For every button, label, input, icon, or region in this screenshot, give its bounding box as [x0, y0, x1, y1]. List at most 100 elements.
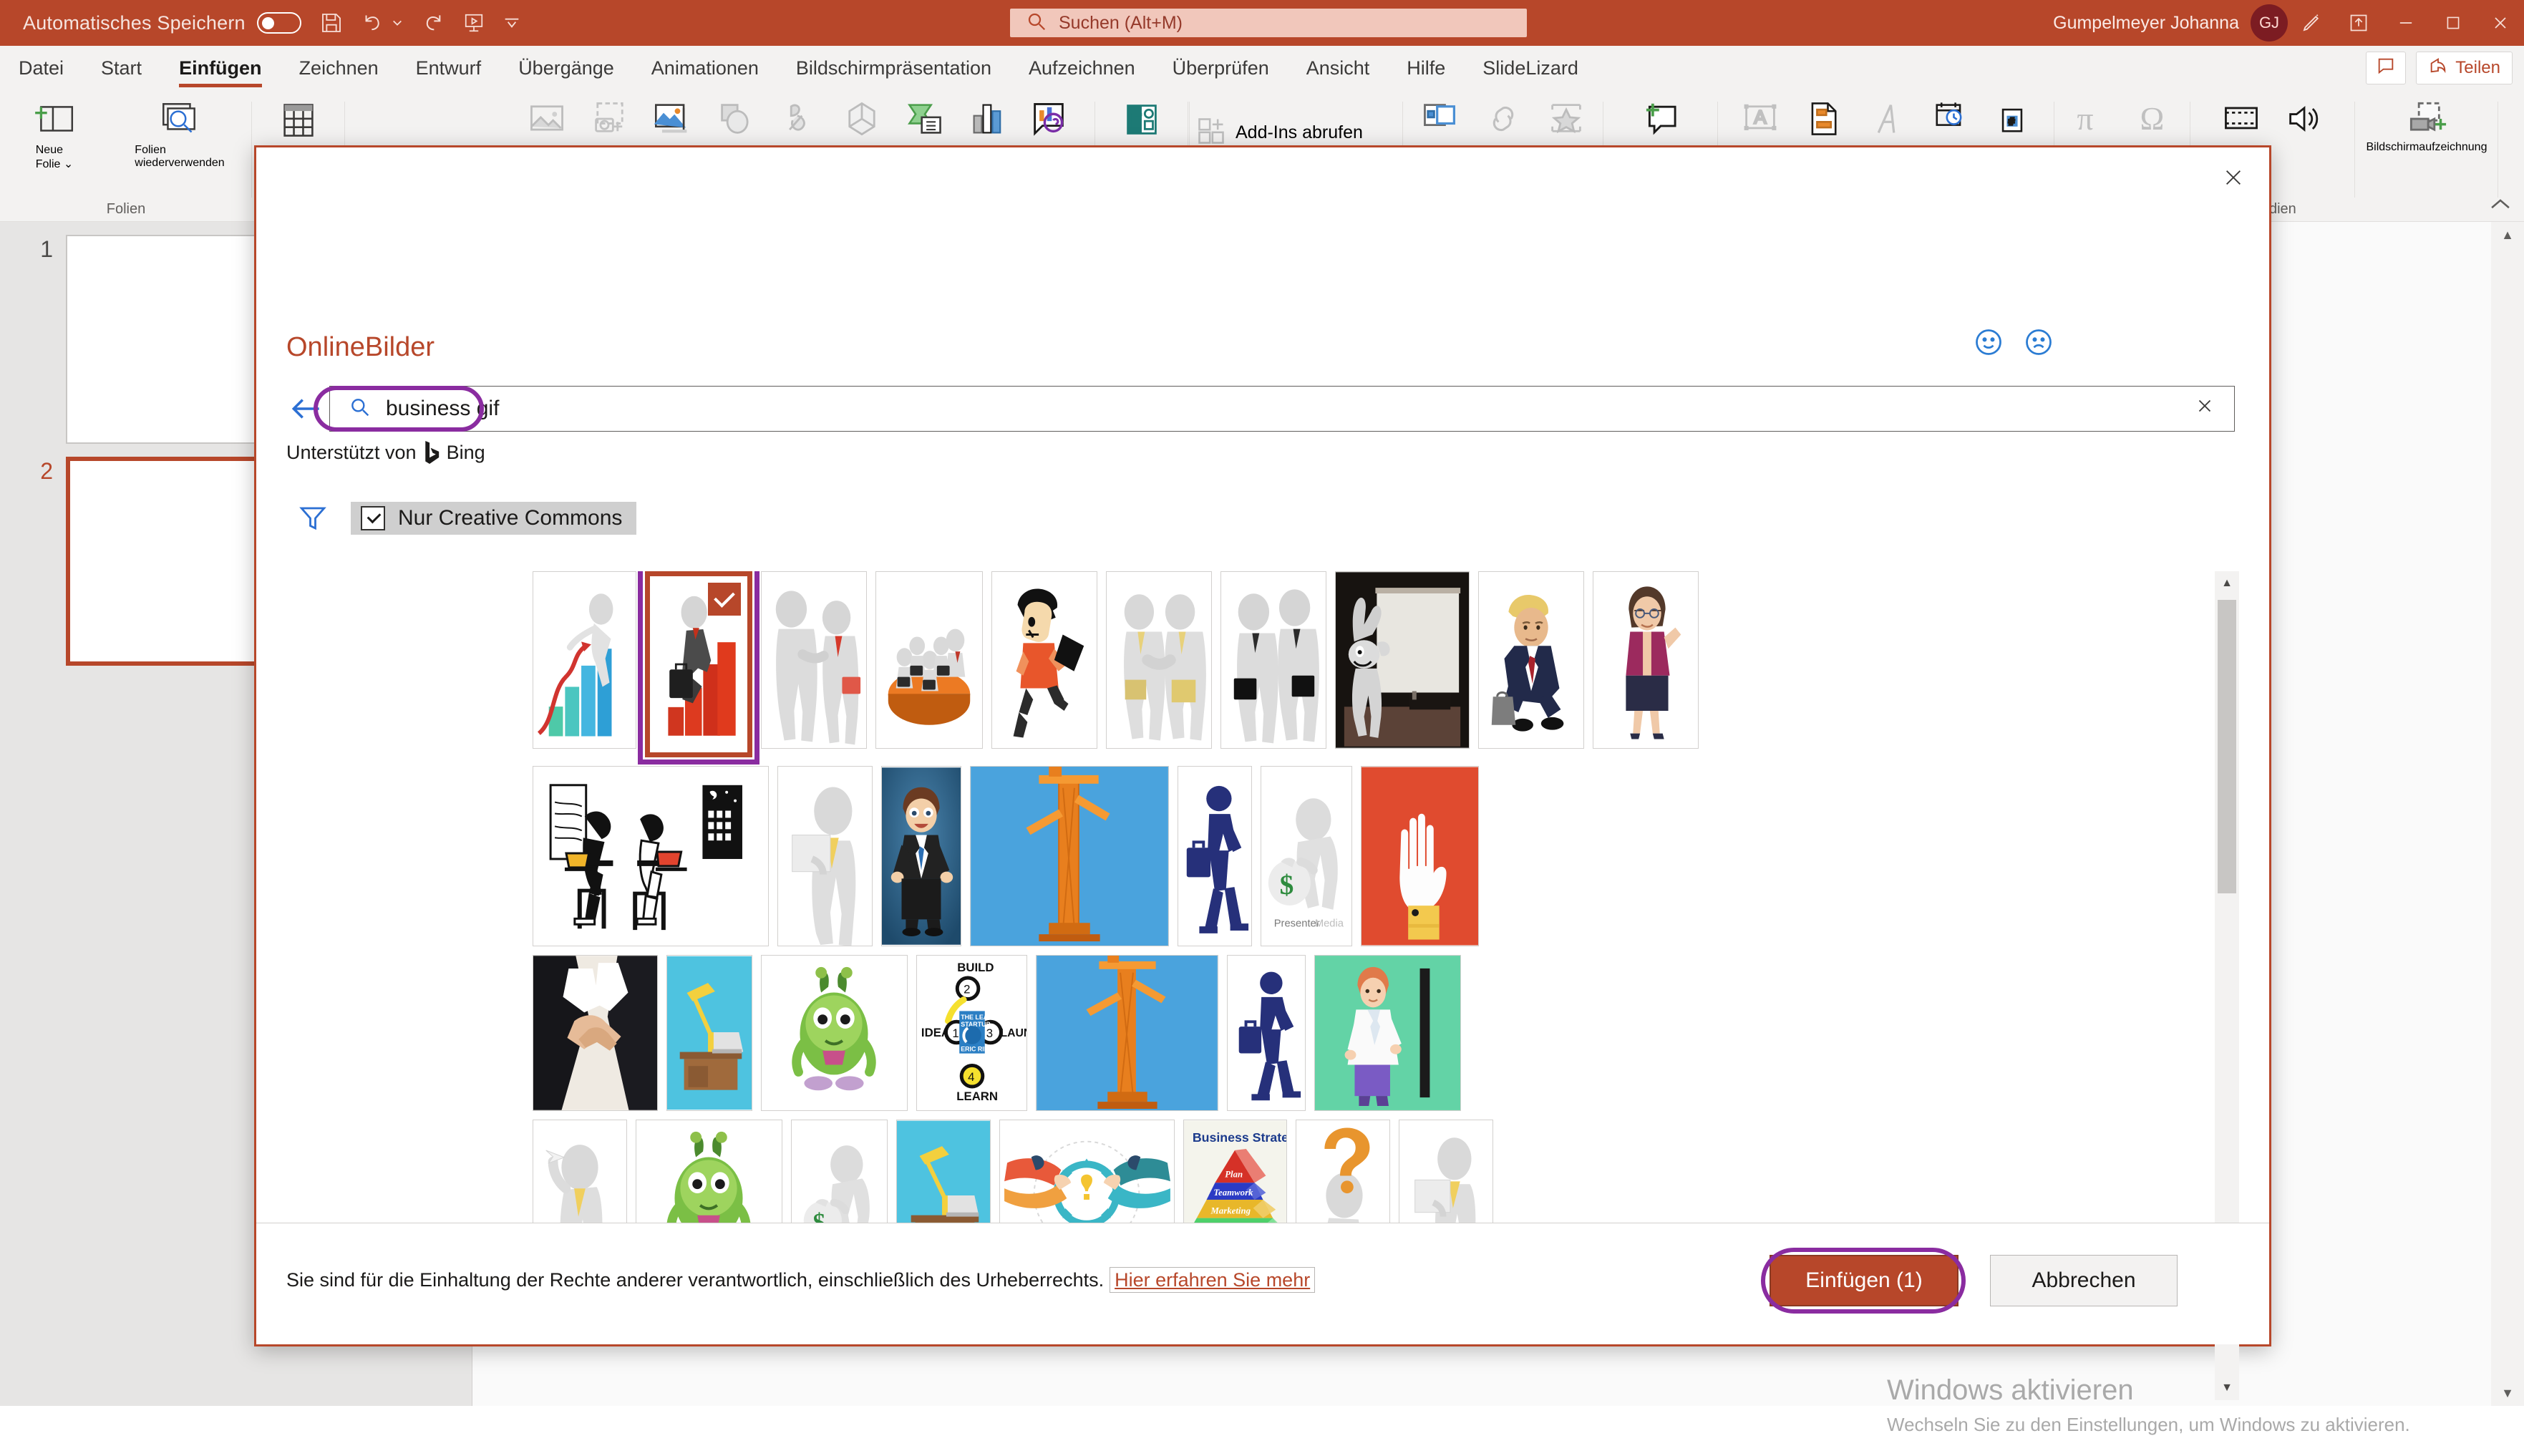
ribbon-display-options-icon[interactable]	[2335, 0, 2382, 46]
result-thumbnail-chart-climb[interactable]	[533, 571, 636, 749]
scrollbar-thumb[interactable]	[2218, 600, 2236, 893]
tab-slidelizard[interactable]: SlideLizard	[1464, 46, 1597, 90]
result-thumbnail-raised-hand[interactable]	[1361, 766, 1479, 946]
result-thumbnail-walking-navy[interactable]	[1227, 955, 1306, 1111]
image-search-input[interactable]: business gif	[329, 386, 2235, 432]
filter-icon[interactable]	[286, 503, 339, 533]
dialog-footer: Sie sind für die Einhaltung der Rechte a…	[256, 1223, 2269, 1344]
result-thumbnail-bunny-screen[interactable]	[1335, 571, 1470, 749]
tab-bildschirmpraesentation[interactable]: Bildschirmpräsentation	[777, 46, 1010, 90]
lean-startup-art: BUILD 2 IDEA 1 3 LAUNCH THE LEAN STARTUP	[917, 956, 1026, 1110]
result-thumbnail-handshake-red[interactable]	[761, 571, 867, 749]
creative-commons-label: Nur Creative Commons	[398, 506, 623, 530]
result-thumbnail-blank-sign[interactable]	[777, 766, 873, 946]
smiley-happy-icon[interactable]	[1973, 326, 2004, 361]
svg-text:F: F	[1131, 112, 1141, 130]
svg-text:1: 1	[952, 1027, 958, 1040]
tab-ueberpruefen[interactable]: Überprüfen	[1154, 46, 1288, 90]
app-search-box[interactable]: Suchen (Alt+M)	[1010, 9, 1527, 37]
close-icon[interactable]	[2477, 0, 2524, 46]
tab-label: SlideLizard	[1482, 57, 1578, 79]
tab-zeichnen[interactable]: Zeichnen	[281, 46, 397, 90]
tab-start[interactable]: Start	[82, 46, 160, 90]
creative-commons-checkbox[interactable]	[361, 506, 385, 530]
redo-icon[interactable]	[422, 11, 445, 34]
save-icon[interactable]	[320, 11, 343, 34]
result-thumbnail-red-bars-selected[interactable]	[638, 571, 759, 765]
tab-hilfe[interactable]: Hilfe	[1388, 46, 1464, 90]
tab-aufzeichnen[interactable]: Aufzeichnen	[1010, 46, 1154, 90]
powered-by-label: Unterstützt von	[286, 441, 417, 463]
share-label: Teilen	[2455, 58, 2500, 77]
audio-button[interactable]	[2273, 100, 2336, 154]
svg-text:A: A	[1754, 107, 1767, 127]
result-thumbnail-running-man[interactable]	[991, 571, 1097, 749]
minimize-icon[interactable]	[2382, 0, 2430, 46]
result-thumbnail-money-bag[interactable]: $ Presenter Media	[1261, 766, 1352, 946]
customize-quick-access-icon[interactable]	[503, 16, 520, 30]
svg-text:LEARN: LEARN	[956, 1089, 998, 1103]
tab-animationen[interactable]: Animationen	[633, 46, 777, 90]
screen-recording-button[interactable]: Bildschirmaufzeichnung	[2359, 100, 2495, 154]
result-thumbnail-handshake-gold[interactable]	[1106, 571, 1212, 749]
result-thumbnail-doctor-green[interactable]	[1314, 955, 1461, 1111]
cancel-button[interactable]: Abbrechen	[1990, 1255, 2178, 1306]
tab-datei[interactable]: Datei	[0, 46, 82, 90]
user-name: Gumpelmeyer Johanna	[2053, 12, 2239, 33]
result-thumbnail-desk-sketch[interactable]	[533, 766, 769, 946]
search-icon	[1026, 11, 1047, 36]
result-thumbnail-cartoon-blue[interactable]	[881, 766, 961, 946]
tab-uebergaenge[interactable]: Übergänge	[500, 46, 633, 90]
comments-button[interactable]	[2366, 52, 2407, 84]
3d-models-icon	[842, 100, 882, 141]
pen-icon[interactable]	[2288, 0, 2335, 46]
result-thumbnail-crane[interactable]	[1036, 955, 1218, 1111]
tab-ansicht[interactable]: Ansicht	[1288, 46, 1389, 90]
result-thumbnail-lean-startup[interactable]: BUILD 2 IDEA 1 3 LAUNCH THE LEAN STARTUP	[916, 955, 1027, 1111]
result-thumbnail-crane[interactable]	[970, 766, 1169, 946]
back-arrow-icon[interactable]	[286, 396, 326, 422]
collapse-ribbon-icon[interactable]	[2488, 196, 2513, 215]
reuse-slides-button[interactable]: Folien wiederverwenden	[108, 100, 251, 170]
insert-button[interactable]: Einfügen (1)	[1770, 1255, 1958, 1306]
crane-art	[1037, 956, 1218, 1110]
svg-text:Marketing: Marketing	[1210, 1206, 1251, 1216]
desk-sketch-art	[533, 767, 768, 946]
powerpoint-window: Automatisches Speichern Suchen (Alt+M) G…	[0, 0, 2524, 1456]
result-thumbnail-trump-cartoon[interactable]	[1478, 571, 1584, 749]
dialog-title: OnlineBilder	[286, 332, 435, 362]
scroll-down-icon[interactable]: ▼	[2215, 1376, 2239, 1400]
maximize-icon[interactable]	[2430, 0, 2477, 46]
tab-label: Animationen	[651, 57, 759, 79]
result-thumbnail-woman-presenting[interactable]	[1593, 571, 1699, 749]
ribbon-tabs-right: Teilen	[2366, 46, 2513, 90]
result-thumbnail-two-figures-black[interactable]	[1220, 571, 1326, 749]
avatar[interactable]: GJ	[2251, 4, 2288, 42]
alien-art	[762, 956, 907, 1110]
start-presentation-icon[interactable]	[463, 11, 485, 34]
learn-more-link[interactable]: Hier erfahren Sie mehr	[1110, 1267, 1316, 1293]
svg-text:ERIC RIES: ERIC RIES	[961, 1046, 992, 1053]
new-slide-button[interactable]: Neue Folie ⌄	[1, 100, 108, 171]
clear-icon[interactable]	[2194, 395, 2215, 423]
result-thumbnail-walking-navy[interactable]	[1178, 766, 1252, 946]
tab-entwurf[interactable]: Entwurf	[397, 46, 500, 90]
scroll-up-icon[interactable]: ▲	[2491, 222, 2524, 248]
tab-einfuegen[interactable]: Einfügen	[160, 46, 281, 90]
autosave-toggle[interactable]	[256, 12, 301, 34]
video-icon	[2221, 100, 2261, 141]
result-thumbnail-desk-lamp[interactable]	[666, 955, 752, 1111]
dialog-close-icon[interactable]	[2213, 159, 2253, 196]
slide-number: 2	[40, 458, 53, 484]
result-thumbnail-handshake-photo[interactable]	[533, 955, 658, 1111]
cartoon-blue-art	[882, 767, 961, 945]
undo-icon[interactable]	[361, 11, 386, 34]
result-thumbnail-pie-team[interactable]	[875, 571, 983, 749]
undo-dropdown-icon[interactable]	[392, 17, 403, 29]
smiley-sad-icon[interactable]	[2023, 326, 2054, 361]
scroll-up-icon[interactable]: ▲	[2215, 571, 2239, 596]
tab-label: Hilfe	[1407, 57, 1446, 79]
creative-commons-filter-chip[interactable]: Nur Creative Commons	[351, 502, 637, 535]
result-thumbnail-alien[interactable]	[761, 955, 908, 1111]
share-button[interactable]: Teilen	[2416, 52, 2513, 84]
